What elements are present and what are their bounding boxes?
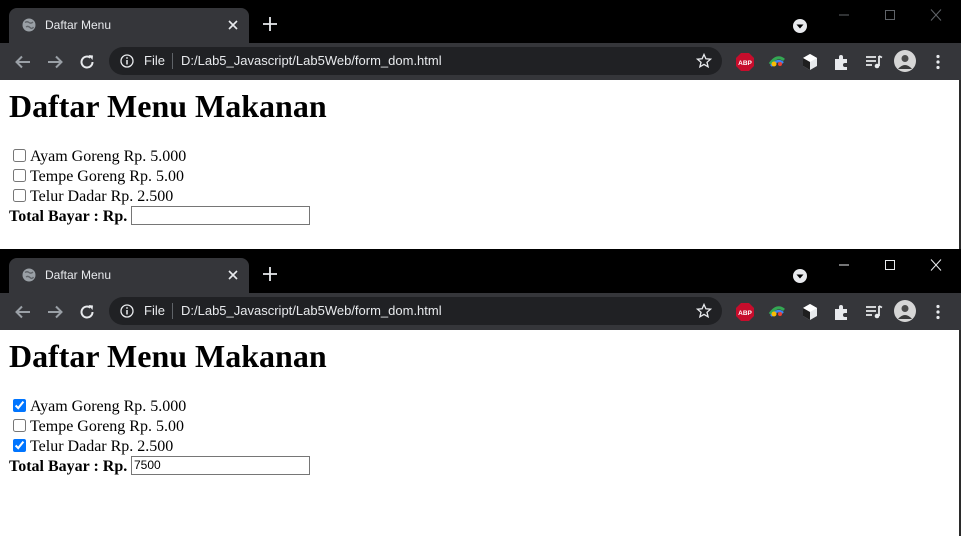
profile-avatar[interactable] — [894, 50, 916, 72]
new-tab-icon[interactable] — [262, 266, 278, 282]
page-content: Daftar Menu Makanan Ayam Goreng Rp. 5.00… — [0, 330, 961, 536]
tab-search-icon[interactable] — [792, 18, 808, 34]
menu-dots-icon[interactable] — [928, 52, 948, 72]
menu-item-telur-dadar[interactable]: Telur Dadar Rp. 2.500 — [12, 437, 173, 457]
cube-icon[interactable] — [800, 52, 820, 72]
title-bar: Daftar Menu — [0, 250, 961, 293]
menu-item-label: Telur Dadar Rp. 2.500 — [30, 188, 174, 205]
tab-title: Daftar Menu — [45, 18, 112, 32]
bookmark-star-icon[interactable] — [696, 53, 712, 69]
back-arrow-icon[interactable] — [14, 303, 32, 321]
forward-arrow-icon[interactable] — [46, 303, 64, 321]
puzzle-icon[interactable] — [832, 52, 852, 72]
address-bar[interactable]: File D:/Lab5_Javascript/Lab5Web/form_dom… — [109, 297, 722, 325]
close-window-icon[interactable] — [926, 8, 946, 22]
total-label: Total Bayar : Rp. — [9, 208, 128, 225]
tab-search-icon[interactable] — [792, 268, 808, 284]
bookmark-star-icon[interactable] — [696, 303, 712, 319]
total-input[interactable] — [131, 206, 310, 225]
address-bar[interactable]: File D:/Lab5_Javascript/Lab5Web/form_dom… — [109, 47, 722, 75]
info-icon[interactable] — [120, 54, 134, 68]
browser-tab[interactable]: Daftar Menu — [9, 258, 249, 293]
checkbox-tempe-goreng[interactable] — [13, 169, 26, 182]
colorful-extension-icon[interactable] — [767, 52, 787, 72]
address-scheme: File — [144, 303, 165, 318]
globe-icon — [22, 18, 36, 32]
menu-item-ayam-goreng[interactable]: Ayam Goreng Rp. 5.000 — [12, 147, 186, 167]
menu-item-label: Tempe Goreng Rp. 5.00 — [30, 418, 184, 435]
forward-arrow-icon[interactable] — [46, 53, 64, 71]
title-bar: Daftar Menu — [0, 0, 961, 43]
cube-icon[interactable] — [800, 302, 820, 322]
checkbox-ayam-goreng[interactable] — [13, 399, 26, 412]
page-title: Daftar Menu Makanan — [9, 88, 327, 124]
browser-window-before: Daftar Menu File D:/Lab5_Javascript/Lab5… — [0, 0, 961, 250]
total-label: Total Bayar : Rp. — [9, 458, 128, 475]
checkbox-telur-dadar[interactable] — [13, 189, 26, 202]
colorful-extension-icon[interactable] — [767, 302, 787, 322]
minimize-icon[interactable] — [834, 258, 854, 272]
close-tab-icon[interactable] — [224, 16, 242, 34]
globe-icon — [22, 268, 36, 282]
menu-item-ayam-goreng[interactable]: Ayam Goreng Rp. 5.000 — [12, 397, 186, 417]
close-tab-icon[interactable] — [224, 266, 242, 284]
checkbox-tempe-goreng[interactable] — [13, 419, 26, 432]
total-row: Total Bayar : Rp. — [9, 206, 310, 228]
total-row: Total Bayar : Rp. — [9, 456, 310, 478]
svg-text:ABP: ABP — [738, 60, 752, 67]
browser-toolbar: File D:/Lab5_Javascript/Lab5Web/form_dom… — [0, 293, 961, 330]
adblock-plus-icon[interactable]: ABP — [735, 52, 755, 72]
minimize-icon[interactable] — [834, 8, 854, 22]
svg-text:ABP: ABP — [738, 310, 752, 317]
checkbox-ayam-goreng[interactable] — [13, 149, 26, 162]
browser-tab[interactable]: Daftar Menu — [9, 8, 249, 43]
page-title: Daftar Menu Makanan — [9, 338, 327, 374]
profile-avatar[interactable] — [894, 300, 916, 322]
menu-item-label: Ayam Goreng Rp. 5.000 — [30, 148, 187, 165]
menu-item-label: Telur Dadar Rp. 2.500 — [30, 438, 174, 455]
address-scheme: File — [144, 53, 165, 68]
puzzle-icon[interactable] — [832, 302, 852, 322]
menu-item-telur-dadar[interactable]: Telur Dadar Rp. 2.500 — [12, 187, 173, 207]
address-url[interactable]: D:/Lab5_Javascript/Lab5Web/form_dom.html — [181, 53, 442, 69]
back-arrow-icon[interactable] — [14, 53, 32, 71]
menu-item-tempe-goreng[interactable]: Tempe Goreng Rp. 5.00 — [12, 417, 184, 437]
address-url[interactable]: D:/Lab5_Javascript/Lab5Web/form_dom.html — [181, 303, 442, 319]
maximize-icon[interactable] — [880, 258, 900, 272]
reload-icon[interactable] — [78, 303, 96, 321]
address-separator — [172, 303, 173, 319]
info-icon[interactable] — [120, 304, 134, 318]
maximize-icon[interactable] — [880, 8, 900, 22]
adblock-plus-icon[interactable]: ABP — [735, 302, 755, 322]
close-window-icon[interactable] — [926, 258, 946, 272]
menu-item-label: Ayam Goreng Rp. 5.000 — [30, 398, 187, 415]
playlist-icon[interactable] — [864, 302, 884, 322]
playlist-icon[interactable] — [864, 52, 884, 72]
browser-window-after: Daftar Menu File D:/Lab5_Javascript/Lab5… — [0, 250, 961, 536]
address-separator — [172, 53, 173, 69]
checkbox-telur-dadar[interactable] — [13, 439, 26, 452]
page-content: Daftar Menu Makanan Ayam Goreng Rp. 5.00… — [0, 80, 961, 250]
total-input[interactable] — [131, 456, 310, 475]
reload-icon[interactable] — [78, 53, 96, 71]
menu-item-tempe-goreng[interactable]: Tempe Goreng Rp. 5.00 — [12, 167, 184, 187]
tab-title: Daftar Menu — [45, 268, 112, 282]
browser-toolbar: File D:/Lab5_Javascript/Lab5Web/form_dom… — [0, 43, 961, 80]
new-tab-icon[interactable] — [262, 16, 278, 32]
menu-dots-icon[interactable] — [928, 302, 948, 322]
menu-item-label: Tempe Goreng Rp. 5.00 — [30, 168, 184, 185]
